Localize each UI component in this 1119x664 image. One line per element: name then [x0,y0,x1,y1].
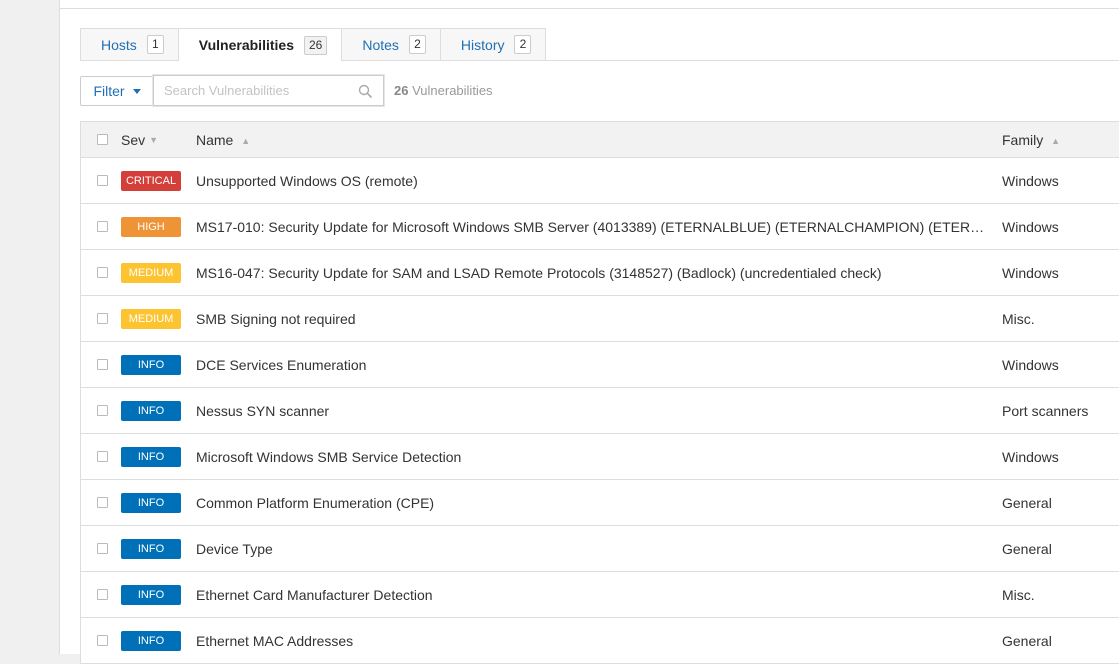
result-count: 26 Vulnerabilities [394,83,493,98]
tab-bar: Hosts 1 Vulnerabilities 26 Notes 2 Histo… [80,28,1119,61]
vuln-family: Windows [1002,448,1059,465]
severity-badge: MEDIUM [121,262,181,283]
vuln-family: Misc. [1002,310,1035,327]
vuln-name: MS16-047: Security Update for SAM and LS… [196,264,882,281]
row-checkbox[interactable] [96,313,108,324]
tab-history-label: History [460,36,505,53]
row-checkbox[interactable] [96,635,108,646]
vuln-family: Windows [1002,264,1059,281]
vuln-family: General [1002,540,1052,557]
tab-hosts-label: Hosts [101,36,137,53]
caret-down-icon [132,89,141,94]
select-all-checkbox[interactable] [96,134,108,145]
vulnerabilities-table: Sev ▼ Name ▲ Family ▲ CRITICAL Unsupport… [80,121,1119,664]
row-checkbox[interactable] [96,175,108,186]
vuln-name: MS17-010: Security Update for Microsoft … [196,218,1002,235]
vuln-name: SMB Signing not required [196,310,356,327]
row-checkbox[interactable] [96,221,108,232]
vuln-family: Windows [1002,172,1059,189]
tab-hosts[interactable]: Hosts 1 [80,28,179,60]
header-sev[interactable]: Sev ▼ [121,132,196,148]
vuln-name: DCE Services Enumeration [196,356,367,373]
tab-notes-count: 2 [408,35,426,54]
vuln-name: Unsupported Windows OS (remote) [196,172,418,189]
vuln-name: Nessus SYN scanner [196,402,330,419]
tab-notes-label: Notes [362,36,399,53]
tab-hosts-count: 1 [146,35,164,54]
vuln-name: Ethernet MAC Addresses [196,632,354,649]
table-row[interactable]: MEDIUM MS16-047: Security Update for SAM… [81,250,1119,296]
row-checkbox[interactable] [96,267,108,278]
tab-notes[interactable]: Notes 2 [341,28,441,60]
severity-badge: INFO [121,400,181,421]
sort-asc-icon: ▲ [241,135,251,146]
severity-badge: INFO [121,446,181,467]
severity-badge: MEDIUM [121,308,181,329]
sort-desc-icon: ▼ [149,134,159,145]
table-row[interactable]: HIGH MS17-010: Security Update for Micro… [81,204,1119,250]
vuln-name: Ethernet Card Manufacturer Detection [196,586,433,603]
tab-vulnerabilities-count: 26 [303,35,328,55]
table-row[interactable]: INFO Nessus SYN scanner Port scanners [81,388,1119,434]
severity-badge: CRITICAL [121,170,181,191]
sidebar-gutter [0,0,60,654]
severity-badge: INFO [121,492,181,513]
vuln-family: General [1002,494,1052,511]
tab-history[interactable]: History 2 [439,28,547,60]
tab-vulnerabilities[interactable]: Vulnerabilities 26 [177,28,343,61]
header-sev-label: Sev [121,131,146,148]
severity-badge: INFO [121,584,181,605]
row-checkbox[interactable] [96,589,108,600]
vuln-name: Device Type [196,540,273,557]
tab-history-count: 2 [514,35,532,54]
filter-button[interactable]: Filter [80,75,154,106]
top-divider [60,8,1119,9]
result-count-number: 26 [394,83,409,98]
filter-row: Filter 26 Vulnerabilities [80,75,493,106]
row-checkbox[interactable] [96,543,108,554]
row-checkbox[interactable] [96,359,108,370]
search-box [153,75,384,106]
main-content: Hosts 1 Vulnerabilities 26 Notes 2 Histo… [60,0,1119,664]
table-row[interactable]: INFO Ethernet Card Manufacturer Detectio… [81,572,1119,618]
tab-vulnerabilities-label: Vulnerabilities [198,37,294,53]
table-row[interactable]: INFO Device Type General [81,526,1119,572]
vuln-name: Common Platform Enumeration (CPE) [196,494,435,511]
header-family[interactable]: Family ▲ [1002,132,1119,148]
vuln-name: Microsoft Windows SMB Service Detection [196,448,462,465]
table-row[interactable]: INFO Common Platform Enumeration (CPE) G… [81,480,1119,526]
severity-badge: HIGH [121,216,181,237]
filter-button-label: Filter [93,82,125,99]
header-name[interactable]: Name ▲ [196,132,1002,148]
vuln-family: Windows [1002,356,1059,373]
table-row[interactable]: MEDIUM SMB Signing not required Misc. [81,296,1119,342]
row-checkbox[interactable] [96,451,108,462]
sort-asc-icon: ▲ [1051,135,1061,146]
table-row[interactable]: INFO DCE Services Enumeration Windows [81,342,1119,388]
search-icon[interactable] [358,84,372,98]
table-row[interactable]: INFO Ethernet MAC Addresses General [81,618,1119,664]
table-row[interactable]: CRITICAL Unsupported Windows OS (remote)… [81,158,1119,204]
search-input[interactable] [154,76,383,105]
table-row[interactable]: INFO Microsoft Windows SMB Service Detec… [81,434,1119,480]
severity-badge: INFO [121,354,181,375]
header-family-label: Family [1002,131,1044,148]
row-checkbox[interactable] [96,497,108,508]
table-body: CRITICAL Unsupported Windows OS (remote)… [81,158,1119,664]
vuln-family: Port scanners [1002,402,1089,419]
vuln-family: General [1002,632,1052,649]
result-count-text: Vulnerabilities [412,83,493,98]
severity-badge: INFO [121,538,181,559]
vuln-family: Windows [1002,218,1059,235]
table-header: Sev ▼ Name ▲ Family ▲ [81,122,1119,158]
vuln-family: Misc. [1002,586,1035,603]
header-name-label: Name [196,131,234,148]
severity-badge: INFO [121,630,181,651]
row-checkbox[interactable] [96,405,108,416]
